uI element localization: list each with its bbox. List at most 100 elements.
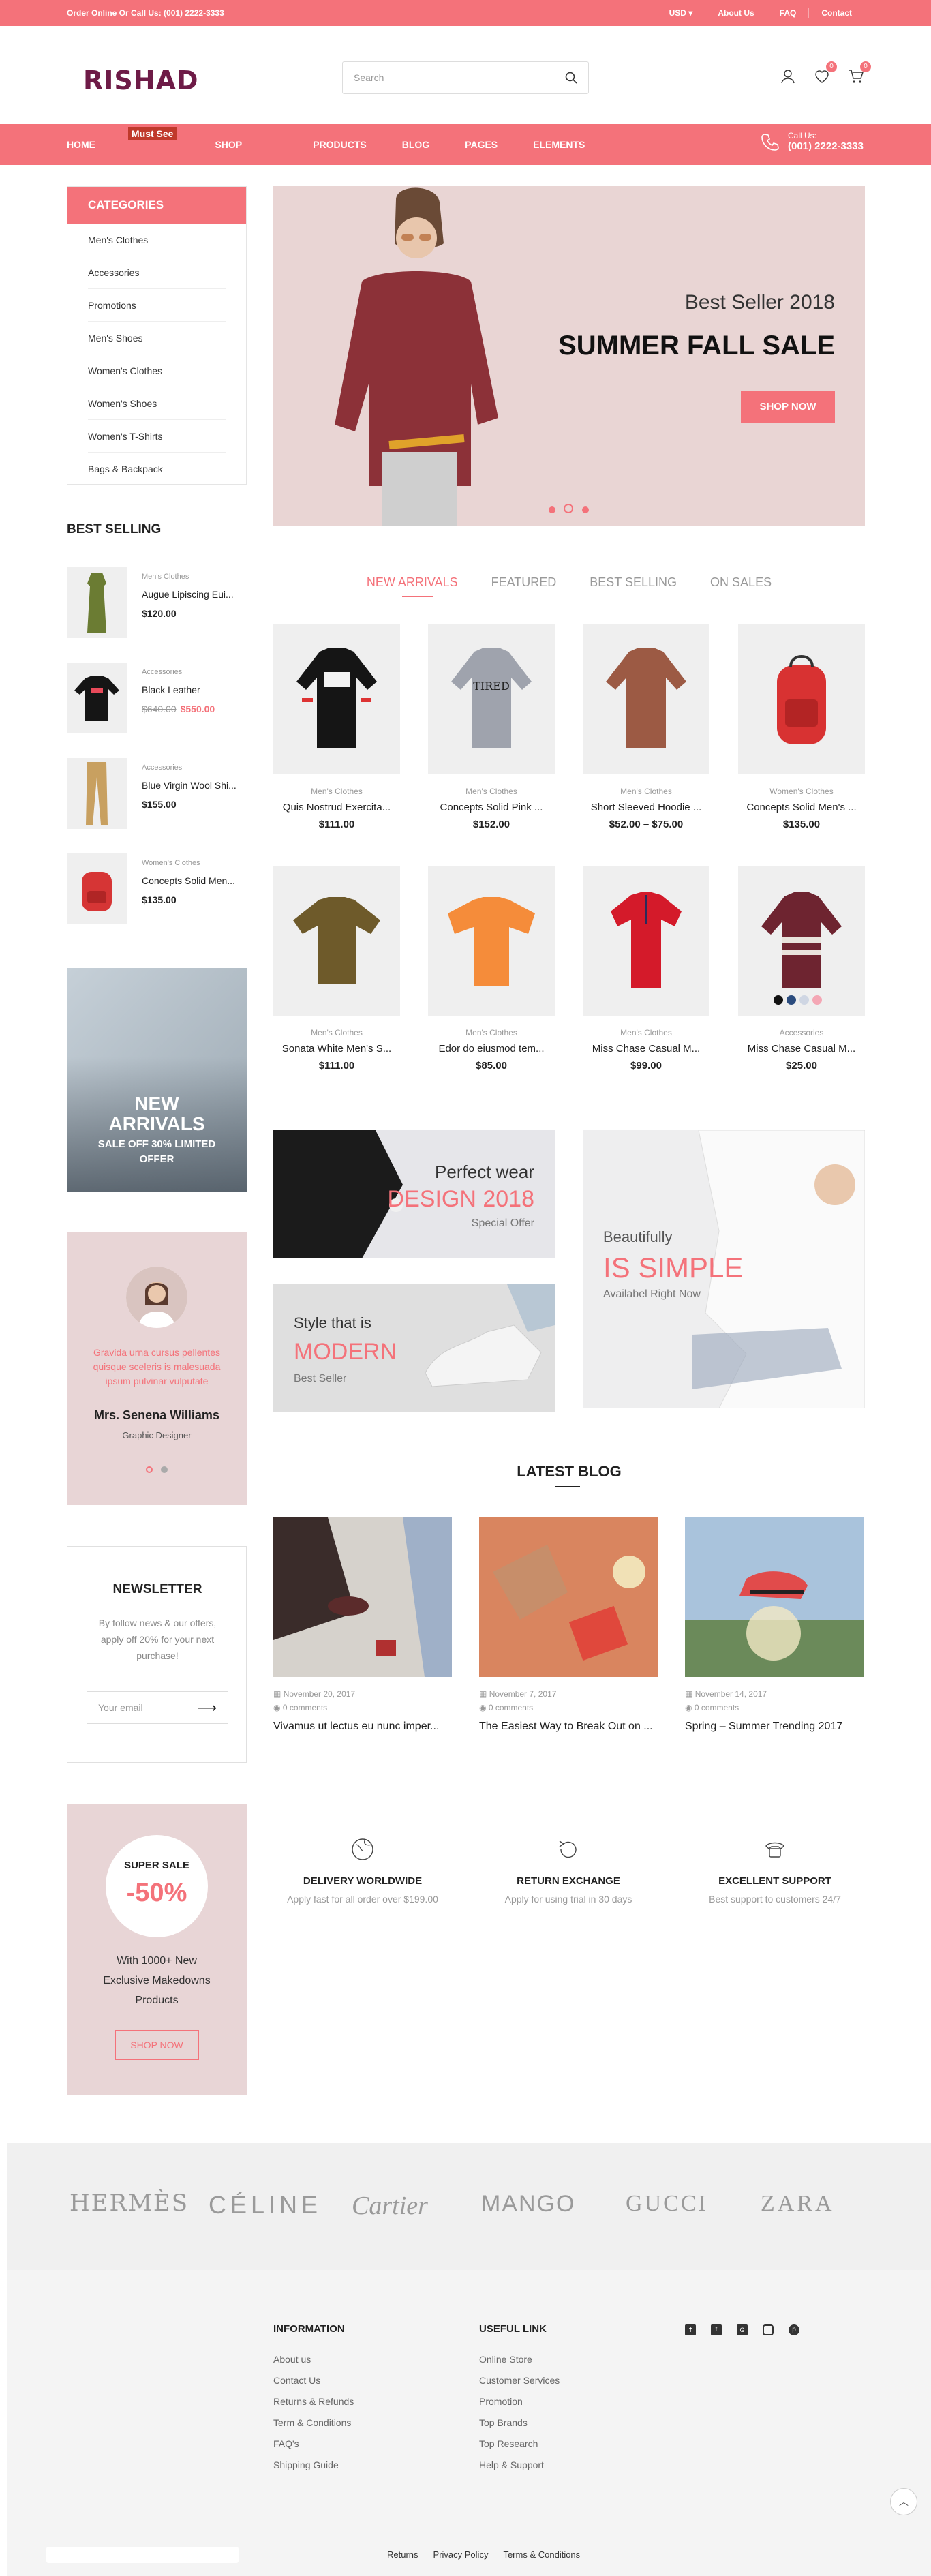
footer-link[interactable]: Top Research bbox=[479, 2438, 560, 2449]
product-card[interactable]: Men's Clothes Edor do eiusmod tem... $85… bbox=[428, 866, 555, 1072]
cart-icon[interactable]: 0 bbox=[848, 61, 871, 85]
blog-post[interactable]: ▦ November 7, 2017 ◉ 0 comments The Easi… bbox=[479, 1517, 658, 1733]
footer-link[interactable]: FAQ's bbox=[273, 2438, 354, 2449]
best-selling-item[interactable]: Men's Clothes Augue Lipiscing Eui... $12… bbox=[67, 567, 247, 638]
category-item[interactable]: Accessories bbox=[88, 256, 226, 289]
slider-dot-active[interactable] bbox=[145, 1466, 153, 1473]
product-image[interactable] bbox=[273, 624, 400, 774]
swatch[interactable] bbox=[799, 995, 809, 1005]
product-name[interactable]: Edor do eiusmod tem... bbox=[428, 1043, 555, 1055]
brand-logo[interactable]: Cartier bbox=[352, 2191, 428, 2221]
new-arrivals-banner[interactable]: NEW ARRIVALS SALE OFF 30% LIMITED OFFER bbox=[67, 968, 247, 1192]
blog-image[interactable] bbox=[479, 1517, 658, 1677]
swatch[interactable] bbox=[787, 995, 796, 1005]
search-icon[interactable] bbox=[565, 72, 577, 84]
shop-now-button[interactable]: SHOP NOW bbox=[115, 2030, 199, 2060]
contact-link[interactable]: Contact bbox=[808, 8, 864, 18]
product-card[interactable]: Men's Clothes Quis Nostrud Exercita... $… bbox=[273, 624, 400, 830]
best-selling-item[interactable]: Accessories Black Leather $640.00 $550.00 bbox=[67, 663, 247, 733]
product-name[interactable]: Short Sleeved Hoodie ... bbox=[583, 802, 709, 813]
product-image[interactable] bbox=[583, 866, 709, 1016]
slider-dot-active[interactable] bbox=[564, 504, 574, 513]
faq-link[interactable]: FAQ bbox=[766, 8, 809, 18]
slider-shop-now-button[interactable]: SHOP NOW bbox=[741, 391, 835, 423]
pinterest-icon[interactable]: p bbox=[789, 2324, 799, 2335]
category-item[interactable]: Women's Shoes bbox=[88, 387, 226, 420]
nav-shop[interactable]: Must SeeSHOP bbox=[128, 127, 277, 150]
tab-best-selling[interactable]: BEST SELLING bbox=[590, 575, 677, 589]
category-item[interactable]: Promotions bbox=[88, 289, 226, 322]
footer-link[interactable]: Term & Conditions bbox=[273, 2417, 354, 2428]
best-selling-item[interactable]: Accessories Blue Virgin Wool Shi... $155… bbox=[67, 758, 247, 829]
account-icon[interactable] bbox=[780, 68, 796, 85]
brand-logo[interactable]: CÉLINE bbox=[209, 2191, 322, 2219]
logo[interactable]: RISHAD bbox=[83, 65, 199, 95]
nav-pages[interactable]: PAGES bbox=[465, 139, 498, 150]
footer-link[interactable]: Contact Us bbox=[273, 2375, 354, 2386]
blog-title[interactable]: The Easiest Way to Break Out on ... bbox=[479, 1721, 658, 1733]
footer-link[interactable]: Help & Support bbox=[479, 2459, 560, 2470]
brand-logo[interactable]: ZARA bbox=[761, 2191, 835, 2217]
footer-bottom-link[interactable]: Returns bbox=[387, 2549, 418, 2560]
footer-link[interactable]: Online Store bbox=[479, 2354, 560, 2365]
tab-featured[interactable]: FEATURED bbox=[491, 575, 557, 589]
category-item[interactable]: Men's Clothes bbox=[88, 224, 226, 256]
category-item[interactable]: Women's T-Shirts bbox=[88, 420, 226, 453]
best-selling-item[interactable]: Women's Clothes Concepts Solid Men... $1… bbox=[67, 853, 247, 924]
product-name[interactable]: Concepts Solid Pink ... bbox=[428, 802, 555, 813]
product-image[interactable]: TIRED bbox=[428, 624, 555, 774]
footer-bottom-link[interactable]: Terms & Conditions bbox=[503, 2549, 580, 2560]
blog-image[interactable] bbox=[685, 1517, 864, 1677]
product-thumbnail[interactable] bbox=[67, 567, 127, 638]
nav-elements[interactable]: ELEMENTS bbox=[533, 139, 585, 150]
currency-selector[interactable]: USD ▾ bbox=[657, 8, 705, 18]
product-name[interactable]: Miss Chase Casual M... bbox=[738, 1043, 865, 1055]
category-item[interactable]: Women's Clothes bbox=[88, 354, 226, 387]
product-name[interactable]: Miss Chase Casual M... bbox=[583, 1043, 709, 1055]
product-name[interactable]: Quis Nostrud Exercita... bbox=[273, 802, 400, 813]
design-2018-banner[interactable]: Perfect wear DESIGN 2018 Special Offer bbox=[273, 1130, 555, 1258]
footer-link[interactable]: About us bbox=[273, 2354, 354, 2365]
nav-blog[interactable]: BLOG bbox=[402, 139, 429, 150]
brand-logo[interactable]: MANGO bbox=[481, 2191, 575, 2217]
product-image[interactable] bbox=[738, 866, 865, 1016]
arrow-right-icon[interactable]: ⟶ bbox=[197, 1699, 217, 1716]
is-simple-banner[interactable]: Beautifully IS SIMPLE Availabel Right No… bbox=[583, 1130, 865, 1408]
tab-new-arrivals[interactable]: NEW ARRIVALS bbox=[367, 575, 458, 589]
product-card[interactable]: Men's Clothes Miss Chase Casual M... $99… bbox=[583, 866, 709, 1072]
brand-logo[interactable]: HERMÈS bbox=[70, 2189, 189, 2217]
facebook-icon[interactable]: f bbox=[685, 2324, 696, 2335]
category-item[interactable]: Men's Shoes bbox=[88, 322, 226, 354]
blog-image[interactable] bbox=[273, 1517, 452, 1677]
nav-products[interactable]: PRODUCTS bbox=[313, 139, 367, 150]
tab-on-sales[interactable]: ON SALES bbox=[710, 575, 772, 589]
chat-widget-bar[interactable] bbox=[46, 2547, 239, 2563]
blog-post[interactable]: ▦ November 14, 2017 ◉ 0 comments Spring … bbox=[685, 1517, 864, 1733]
footer-link[interactable]: Promotion bbox=[479, 2396, 560, 2407]
product-thumbnail[interactable] bbox=[67, 758, 127, 829]
product-card[interactable]: Accessories Miss Chase Casual M... $25.0… bbox=[738, 866, 865, 1072]
footer-link[interactable]: Top Brands bbox=[479, 2417, 560, 2428]
footer-link[interactable]: Returns & Refunds bbox=[273, 2396, 354, 2407]
blog-title[interactable]: Spring – Summer Trending 2017 bbox=[685, 1721, 864, 1733]
about-link[interactable]: About Us bbox=[705, 8, 766, 18]
swatch[interactable] bbox=[774, 995, 783, 1005]
nav-home[interactable]: HOME bbox=[67, 139, 95, 150]
google-plus-icon[interactable]: G bbox=[737, 2324, 748, 2335]
product-thumbnail[interactable] bbox=[67, 853, 127, 924]
brand-logo[interactable]: GUCCI bbox=[626, 2191, 708, 2217]
search-input[interactable]: Search bbox=[342, 61, 589, 94]
product-image[interactable] bbox=[428, 866, 555, 1016]
hero-slider[interactable]: Best Seller 2018 SUMMER FALL SALE SHOP N… bbox=[273, 186, 865, 526]
back-to-top-button[interactable]: ︿ bbox=[890, 2488, 917, 2515]
slider-dot[interactable] bbox=[549, 506, 555, 513]
product-image[interactable] bbox=[583, 624, 709, 774]
product-image[interactable] bbox=[738, 624, 865, 774]
product-name[interactable]: Concepts Solid Men's ... bbox=[738, 802, 865, 813]
product-card[interactable]: TIRED Men's Clothes Concepts Solid Pink … bbox=[428, 624, 555, 830]
instagram-icon[interactable] bbox=[763, 2324, 774, 2335]
wishlist-icon[interactable]: 0 bbox=[814, 61, 837, 85]
slider-dot[interactable] bbox=[581, 506, 589, 513]
product-card[interactable]: Men's Clothes Short Sleeved Hoodie ... $… bbox=[583, 624, 709, 830]
blog-post[interactable]: ▦ November 20, 2017 ◉ 0 comments Vivamus… bbox=[273, 1517, 452, 1733]
